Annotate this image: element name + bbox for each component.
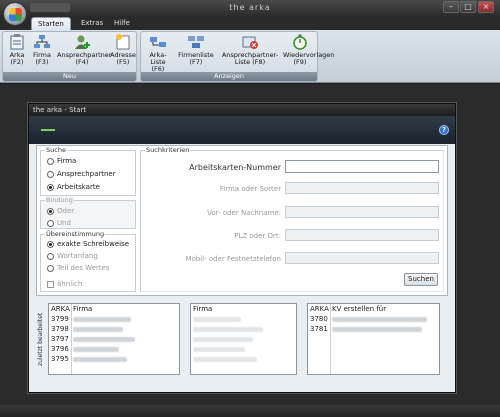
group-anzeigen: Arka-Liste (F6) Firmenliste (F7) Ansprec… [140, 31, 334, 82]
suche-legend: Suche [45, 146, 67, 154]
list-header: Firma [193, 305, 213, 313]
help-icon[interactable]: ? [439, 125, 449, 135]
radio-button[interactable] [47, 264, 54, 272]
minimize-button[interactable]: – [443, 1, 459, 13]
recent-firma-list[interactable]: Firma [190, 303, 297, 375]
status-bar [0, 405, 500, 417]
window-title: the arka [229, 3, 271, 12]
arbeitskarten-nummer-input[interactable] [285, 160, 439, 173]
list-item[interactable]: 3780 [308, 314, 439, 324]
radio-wortanfang[interactable]: Wortanfang [47, 251, 98, 261]
uebereinstimmung-legend: Übereinstimmung [45, 230, 106, 238]
firmenliste-button[interactable]: Firmenliste (F7) [175, 34, 217, 66]
radio-teil-des-wertes[interactable]: Teil des Wertes [47, 263, 110, 273]
column-separator [71, 304, 72, 374]
checkbox[interactable] [47, 280, 54, 288]
search-button[interactable]: Suchen [404, 273, 438, 286]
group-anzeigen-label: Anzeigen [141, 72, 317, 81]
firma-button[interactable]: Firma (F3) [31, 34, 53, 66]
ansprechpartner-liste-button[interactable]: Ansprechpartner- Liste (F8) [219, 34, 281, 66]
group-neu: Arka (F2) Firma (F3) Ansprechpartner (F4… [2, 31, 137, 82]
list-header: ARKA KV erstellen für [310, 305, 387, 313]
list-item[interactable]: 3799 [49, 314, 179, 324]
list-item[interactable] [191, 314, 296, 324]
radio-button-selected[interactable] [47, 207, 54, 215]
adresse-button[interactable]: Adresse (F5) [109, 34, 137, 66]
radio-button[interactable] [47, 157, 54, 165]
app-menu-button[interactable] [3, 2, 27, 26]
firma-oder-sorter-input[interactable] [285, 182, 439, 194]
add-person-icon [73, 34, 91, 50]
plz-ort-input[interactable] [285, 229, 439, 241]
wiedervorlagen-button[interactable]: Wiedervorlagen (F9) [283, 34, 334, 66]
radio-oder[interactable]: Oder [47, 206, 74, 216]
uebereinstimmung-group: Übereinstimmung exakte Schreibweise Wort… [40, 230, 136, 292]
contact-list-icon [241, 34, 259, 50]
checkbox-aehnlich[interactable]: ähnlich [47, 279, 82, 289]
new-document-icon [114, 34, 132, 50]
list-item[interactable]: 3796 [49, 344, 179, 354]
recent-kv-list[interactable]: ARKA KV erstellen für 3780 3781 [307, 303, 440, 375]
progress-indicator [41, 129, 55, 131]
close-button[interactable]: × [478, 1, 494, 13]
arka-button[interactable]: Arka (F2) [7, 34, 27, 66]
name-label: Vor- oder Nachname: [207, 209, 281, 217]
ansprechpartner-button[interactable]: Ansprechpartner (F4) [57, 34, 111, 66]
list-item[interactable]: 3798 [49, 324, 179, 334]
recent-arka-list[interactable]: ARKA Firma 3799 3798 3797 3796 3795 [48, 303, 180, 375]
radio-exakte-schreibweise[interactable]: exakte Schreibweise [47, 239, 129, 249]
list-item[interactable] [191, 344, 296, 354]
title-bar: the arka – □ × [0, 0, 500, 16]
list-item[interactable]: 3797 [49, 334, 179, 344]
telefon-input[interactable] [285, 252, 439, 264]
clipboard-icon [8, 34, 26, 50]
radio-button-selected[interactable] [47, 240, 54, 248]
plz-ort-label: PLZ oder Ort: [234, 232, 281, 240]
maximize-button[interactable]: □ [460, 1, 476, 13]
org-chart-icon [33, 34, 51, 50]
list-item[interactable]: 3795 [49, 354, 179, 364]
radio-button[interactable] [47, 219, 54, 227]
network-list-icon [149, 34, 167, 50]
dialog-header: ? [29, 116, 455, 144]
arbeitskarten-nummer-label: Arbeitskarten-Nummer [189, 163, 281, 172]
tab-extras[interactable]: Extras [75, 17, 109, 30]
ribbon: Arka (F2) Firma (F3) Ansprechpartner (F4… [0, 30, 500, 83]
app-logo-icon [8, 7, 22, 21]
suche-group: Suche Firma Ansprechpartner Arbeitskarte [40, 146, 136, 196]
list-item[interactable] [191, 354, 296, 364]
radio-button[interactable] [47, 252, 54, 260]
firma-oder-sorter-label: Firma oder Sorter [219, 185, 281, 193]
list-item[interactable] [191, 334, 296, 344]
bindung-legend: Bindung [45, 196, 74, 204]
radio-arbeitskarte[interactable]: Arbeitskarte [47, 182, 100, 192]
suchkriterien-legend: Suchkriterien [145, 146, 191, 154]
group-neu-label: Neu [3, 72, 136, 81]
dialog-title: the arka - Start [29, 104, 455, 116]
bindung-group: Bindung Oder Und [40, 196, 136, 229]
tab-starten[interactable]: Starten [31, 17, 71, 30]
radio-firma[interactable]: Firma [47, 156, 76, 166]
radio-und[interactable]: Und [47, 218, 71, 228]
column-separator [330, 304, 331, 374]
company-list-icon [187, 34, 205, 50]
list-header: ARKA Firma [51, 305, 93, 313]
radio-button[interactable] [47, 170, 54, 178]
telefon-label: Mobil- oder Festnetztelefon [185, 255, 281, 263]
recent-label: zuletzt bearbeitet [37, 312, 44, 366]
stopwatch-icon [291, 34, 309, 50]
arka-liste-button[interactable]: Arka-Liste (F6) [143, 34, 173, 73]
tab-hilfe[interactable]: Hilfe [108, 17, 136, 30]
list-item[interactable]: 3781 [308, 324, 439, 334]
ribbon-tab-bar: Starten Extras Hilfe [0, 16, 500, 30]
list-item[interactable] [191, 324, 296, 334]
name-input[interactable] [285, 206, 439, 218]
radio-ansprechpartner[interactable]: Ansprechpartner [47, 169, 116, 179]
radio-button-selected[interactable] [47, 183, 54, 191]
